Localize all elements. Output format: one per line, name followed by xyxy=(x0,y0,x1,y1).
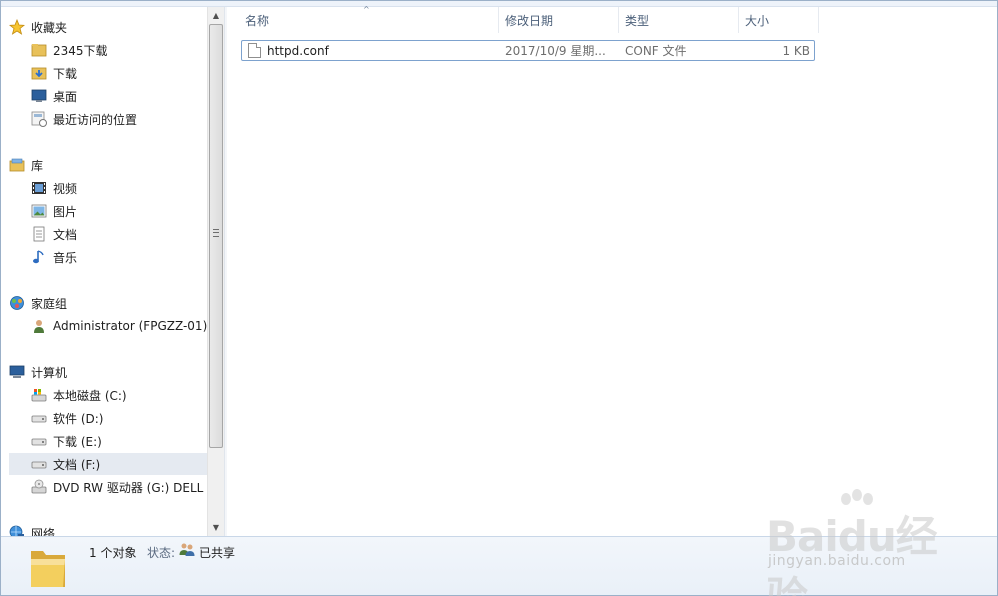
nav-item-administrator[interactable]: Administrator (FPGZZ-01) xyxy=(31,315,207,337)
nav-item-label: 视频 xyxy=(53,181,78,196)
navigation-pane: 收藏夹 2345下载 下载 桌面 最近访问的位置 库 视频 图片 文档 音乐 家… xyxy=(1,7,207,536)
nav-item-desktop[interactable]: 桌面 xyxy=(31,85,207,107)
network-icon xyxy=(9,525,25,536)
file-type: CONF 文件 xyxy=(625,44,687,58)
file-name-cell: httpd.conf xyxy=(248,41,329,60)
downloads-folder-icon xyxy=(31,65,47,81)
nav-item-label: 库 xyxy=(31,158,44,173)
nav-libraries[interactable]: 库 xyxy=(9,154,207,176)
document-icon xyxy=(31,226,47,242)
column-header-size[interactable]: 大小 xyxy=(739,7,819,33)
file-row[interactable]: httpd.conf 2017/10/9 星期... CONF 文件 1 KB xyxy=(241,40,815,61)
nav-favorites[interactable]: 收藏夹 xyxy=(9,16,207,38)
nav-item-label: 家庭组 xyxy=(31,296,68,311)
scroll-thumb[interactable] xyxy=(209,24,223,448)
nav-item-label: 最近访问的位置 xyxy=(53,112,138,127)
folder-icon xyxy=(31,42,47,58)
nav-item-label: 下载 (E:) xyxy=(53,434,102,449)
folder-icon xyxy=(29,545,67,589)
details-pane: 1 个对象 状态: 已共享 xyxy=(1,536,997,595)
nav-item-label: 计算机 xyxy=(31,365,68,380)
nav-item-label: 2345下载 xyxy=(53,43,108,58)
nav-item-label: 下载 xyxy=(53,66,78,81)
column-header: ^ 名称 修改日期 类型 大小 xyxy=(227,5,997,33)
nav-item-drive-d[interactable]: 软件 (D:) xyxy=(31,407,207,429)
nav-item-label: 本地磁盘 (C:) xyxy=(53,388,127,403)
nav-item-videos[interactable]: 视频 xyxy=(31,177,207,199)
library-icon xyxy=(9,157,25,173)
file-list-pane: ^ 名称 修改日期 类型 大小 httpd.conf 2017/10/9 星期.… xyxy=(227,5,997,536)
column-label: 大小 xyxy=(745,13,770,28)
column-header-date[interactable]: 修改日期 xyxy=(499,7,619,33)
nav-item-label: 收藏夹 xyxy=(31,20,68,35)
nav-item-label: 音乐 xyxy=(53,250,78,265)
desktop-icon xyxy=(31,88,47,104)
recent-places-icon xyxy=(31,111,47,127)
file-icon xyxy=(248,43,261,58)
drive-icon xyxy=(31,456,47,472)
file-name: httpd.conf xyxy=(267,43,329,58)
dvd-drive-icon xyxy=(31,479,47,495)
drive-icon xyxy=(31,410,47,426)
video-icon xyxy=(31,180,47,196)
file-date: 2017/10/9 星期... xyxy=(505,44,606,58)
file-size: 1 KB xyxy=(782,43,810,58)
music-icon xyxy=(31,249,47,265)
nav-item-pictures[interactable]: 图片 xyxy=(31,200,207,222)
user-icon xyxy=(31,318,47,334)
nav-item-documents[interactable]: 文档 xyxy=(31,223,207,245)
nav-item-drive-c[interactable]: 本地磁盘 (C:) xyxy=(31,384,207,406)
sort-ascending-icon: ^ xyxy=(363,5,370,14)
nav-scrollbar[interactable]: ▲ ▼ xyxy=(207,7,224,536)
shared-users-icon xyxy=(178,542,196,558)
nav-item-dvd-drive[interactable]: DVD RW 驱动器 (G:) DELL xyxy=(31,476,207,498)
column-label: 修改日期 xyxy=(505,13,554,28)
nav-item-label: 文档 (F:) xyxy=(53,457,101,472)
nav-item-label: 图片 xyxy=(53,204,78,219)
state-value: 已共享 xyxy=(199,546,236,560)
nav-item-label: 桌面 xyxy=(53,89,78,104)
system-drive-icon xyxy=(31,387,47,403)
column-label: 类型 xyxy=(625,13,650,28)
nav-item-label: 网络 xyxy=(31,526,56,537)
nav-item-downloads[interactable]: 下载 xyxy=(31,62,207,84)
nav-item-2345-downloads[interactable]: 2345下载 xyxy=(31,39,207,61)
nav-item-label: 软件 (D:) xyxy=(53,411,104,426)
item-count: 1 个对象 xyxy=(89,546,137,560)
computer-icon xyxy=(9,364,25,380)
state-label: 状态: xyxy=(147,546,176,560)
scroll-grip-icon xyxy=(213,229,219,237)
column-header-name[interactable]: ^ 名称 xyxy=(227,5,499,33)
nav-item-label: 文档 xyxy=(53,227,78,242)
nav-item-drive-f[interactable]: 文档 (F:) xyxy=(9,453,207,475)
column-label: 名称 xyxy=(245,13,270,28)
nav-item-drive-e[interactable]: 下载 (E:) xyxy=(31,430,207,452)
drive-icon xyxy=(31,433,47,449)
nav-item-music[interactable]: 音乐 xyxy=(31,246,207,268)
nav-homegroup[interactable]: 家庭组 xyxy=(9,292,207,314)
explorer-window: 收藏夹 2345下载 下载 桌面 最近访问的位置 库 视频 图片 文档 音乐 家… xyxy=(0,0,998,596)
nav-network[interactable]: 网络 xyxy=(9,522,207,536)
scroll-up-arrow-icon[interactable]: ▲ xyxy=(208,7,224,24)
scroll-down-arrow-icon[interactable]: ▼ xyxy=(208,519,224,536)
picture-icon xyxy=(31,203,47,219)
homegroup-icon xyxy=(9,295,25,311)
column-header-type[interactable]: 类型 xyxy=(619,7,739,33)
star-icon xyxy=(9,18,26,35)
nav-computer[interactable]: 计算机 xyxy=(9,361,207,383)
nav-item-recent-places[interactable]: 最近访问的位置 xyxy=(31,108,207,130)
nav-item-label: Administrator (FPGZZ-01) xyxy=(53,319,207,333)
nav-item-label: DVD RW 驱动器 (G:) DELL xyxy=(53,480,204,495)
